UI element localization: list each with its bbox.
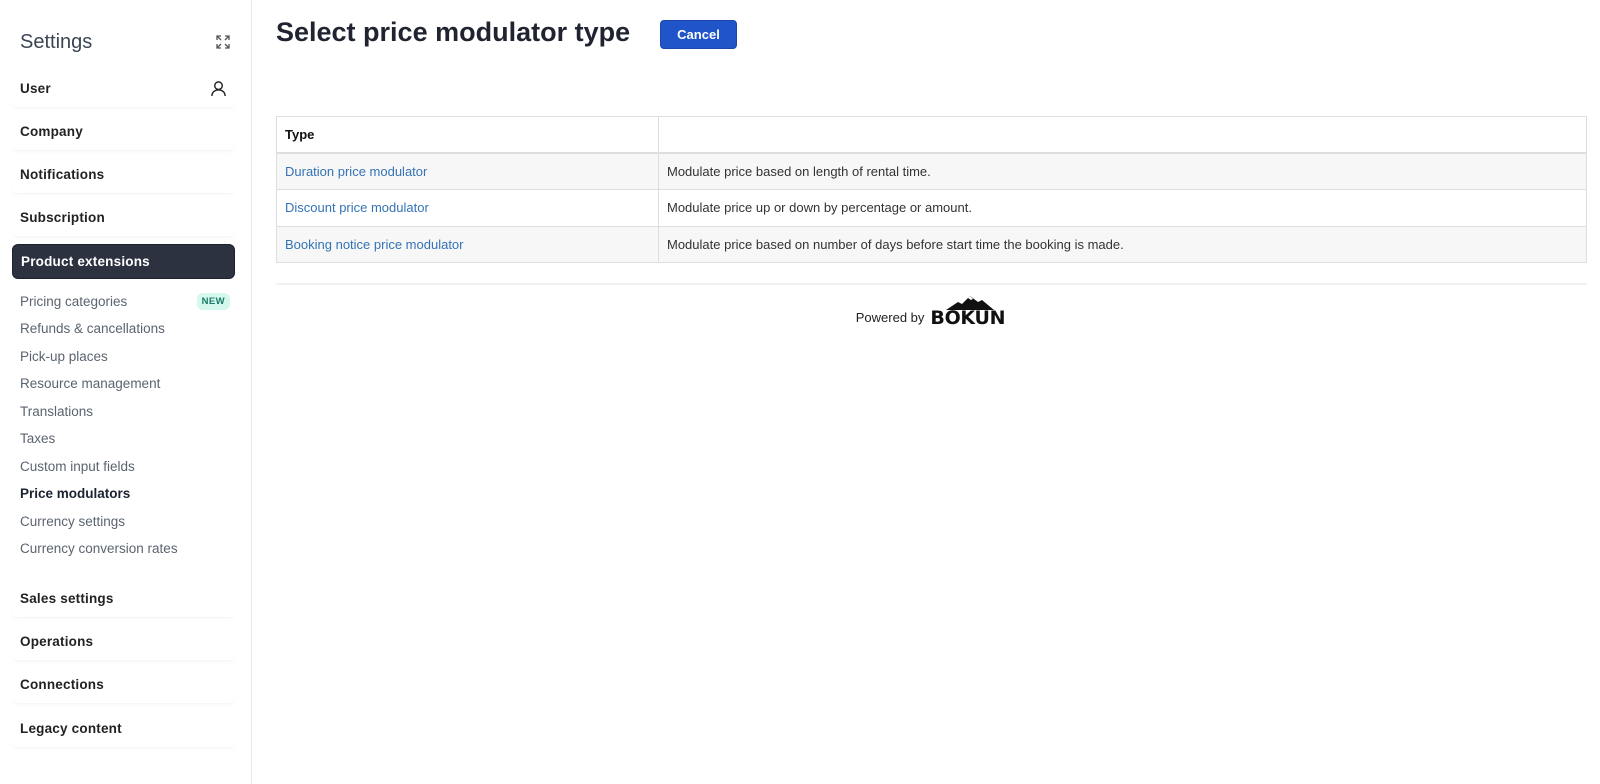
sidebar-subitem-custom-input-fields[interactable]: Custom input fields bbox=[20, 455, 230, 477]
sidebar-item-label: User bbox=[20, 81, 51, 96]
sidebar-item-operations[interactable]: Operations bbox=[12, 623, 235, 660]
bokun-logo: BÓKUN bbox=[930, 296, 1006, 329]
sidebar-item-notifications[interactable]: Notifications bbox=[12, 156, 235, 193]
settings-sidebar: Settings User Company Notifications Subs… bbox=[0, 0, 252, 784]
mountain-icon bbox=[946, 296, 995, 310]
sidebar-subitem-currency-settings[interactable]: Currency settings bbox=[20, 510, 230, 532]
sidebar-header: Settings bbox=[20, 28, 232, 56]
sidebar-subitem-label: Custom input fields bbox=[20, 458, 135, 474]
sidebar-subitem-label: Refunds & cancellations bbox=[20, 320, 165, 336]
sidebar-item-company[interactable]: Company bbox=[12, 113, 235, 150]
sidebar-item-label: Operations bbox=[20, 634, 94, 649]
footer-divider bbox=[276, 283, 1587, 285]
table-row[interactable]: Booking notice price modulator Modulate … bbox=[276, 225, 1587, 263]
sidebar-item-user[interactable]: User bbox=[12, 70, 235, 107]
sidebar-subitem-pricing-categories[interactable]: Pricing categories NEW bbox=[20, 290, 230, 312]
sidebar-item-label: Company bbox=[20, 124, 83, 139]
sidebar-subitem-translations[interactable]: Translations bbox=[20, 400, 230, 422]
sidebar-subitem-refunds-cancellations[interactable]: Refunds & cancellations bbox=[20, 317, 230, 339]
sidebar-subitem-label: Taxes bbox=[20, 430, 56, 446]
table-row[interactable]: Duration price modulator Modulate price … bbox=[276, 152, 1587, 190]
table-row[interactable]: Discount price modulator Modulate price … bbox=[276, 189, 1587, 227]
type-cell: Discount price modulator bbox=[276, 189, 659, 227]
sidebar-subitem-taxes[interactable]: Taxes bbox=[20, 427, 230, 449]
sidebar-item-product-extensions[interactable]: Product extensions bbox=[12, 244, 235, 279]
booking-notice-price-modulator-link[interactable]: Booking notice price modulator bbox=[285, 237, 464, 252]
sidebar-item-legacy-content[interactable]: Legacy content bbox=[12, 710, 235, 747]
sidebar-subitem-label: Currency conversion rates bbox=[20, 540, 178, 556]
cancel-button[interactable]: Cancel bbox=[660, 20, 737, 49]
sidebar-item-subscription[interactable]: Subscription bbox=[12, 199, 235, 236]
description-cell: Modulate price based on number of days b… bbox=[658, 225, 1587, 263]
sidebar-subitem-price-modulators[interactable]: Price modulators bbox=[20, 482, 230, 504]
description-cell: Modulate price up or down by percentage … bbox=[658, 189, 1587, 227]
type-cell: Booking notice price modulator bbox=[276, 225, 659, 263]
sidebar-subitem-label: Currency settings bbox=[20, 513, 126, 529]
user-icon bbox=[210, 80, 227, 97]
modulator-type-table: Type Duration price modulator Modulate p… bbox=[276, 116, 1587, 263]
description-cell: Modulate price based on length of rental… bbox=[658, 152, 1587, 190]
sidebar-subitem-currency-conversion-rates[interactable]: Currency conversion rates bbox=[20, 537, 230, 559]
column-header-type: Type bbox=[276, 116, 659, 154]
sidebar-item-connections[interactable]: Connections bbox=[12, 666, 235, 703]
bokun-wordmark: BÓKUN bbox=[930, 307, 1006, 329]
column-header-description bbox=[658, 116, 1587, 154]
discount-price-modulator-link[interactable]: Discount price modulator bbox=[285, 200, 429, 215]
sidebar-item-label: Subscription bbox=[20, 210, 105, 225]
sidebar-subitem-pick-up-places[interactable]: Pick-up places bbox=[20, 345, 230, 367]
table-header-row: Type bbox=[276, 116, 1587, 154]
sidebar-subitem-label: Pick-up places bbox=[20, 348, 108, 364]
sidebar-subitem-resource-management[interactable]: Resource management bbox=[20, 372, 230, 394]
sidebar-item-label: Product extensions bbox=[21, 254, 150, 269]
sidebar-title: Settings bbox=[20, 30, 93, 53]
new-badge: NEW bbox=[196, 292, 230, 310]
sidebar-subitem-label: Pricing categories bbox=[20, 293, 128, 309]
main-content: Select price modulator type Cancel Type … bbox=[253, 0, 1600, 784]
duration-price-modulator-link[interactable]: Duration price modulator bbox=[285, 164, 427, 179]
type-cell: Duration price modulator bbox=[276, 152, 659, 190]
sidebar-subitem-label: Resource management bbox=[20, 375, 161, 391]
powered-by-text: Powered by bbox=[855, 310, 925, 325]
expand-icon[interactable] bbox=[214, 33, 232, 51]
page-title: Select price modulator type bbox=[276, 17, 631, 47]
sidebar-subitem-label: Price modulators bbox=[20, 485, 131, 501]
sidebar-item-sales-settings[interactable]: Sales settings bbox=[12, 580, 235, 617]
sidebar-item-label: Connections bbox=[20, 677, 104, 692]
sidebar-item-label: Sales settings bbox=[20, 591, 114, 606]
sidebar-item-label: Legacy content bbox=[20, 721, 122, 736]
powered-by-footer: Powered by BÓKUN bbox=[253, 296, 1600, 328]
sidebar-subitem-label: Translations bbox=[20, 403, 94, 419]
sidebar-item-label: Notifications bbox=[20, 167, 105, 182]
